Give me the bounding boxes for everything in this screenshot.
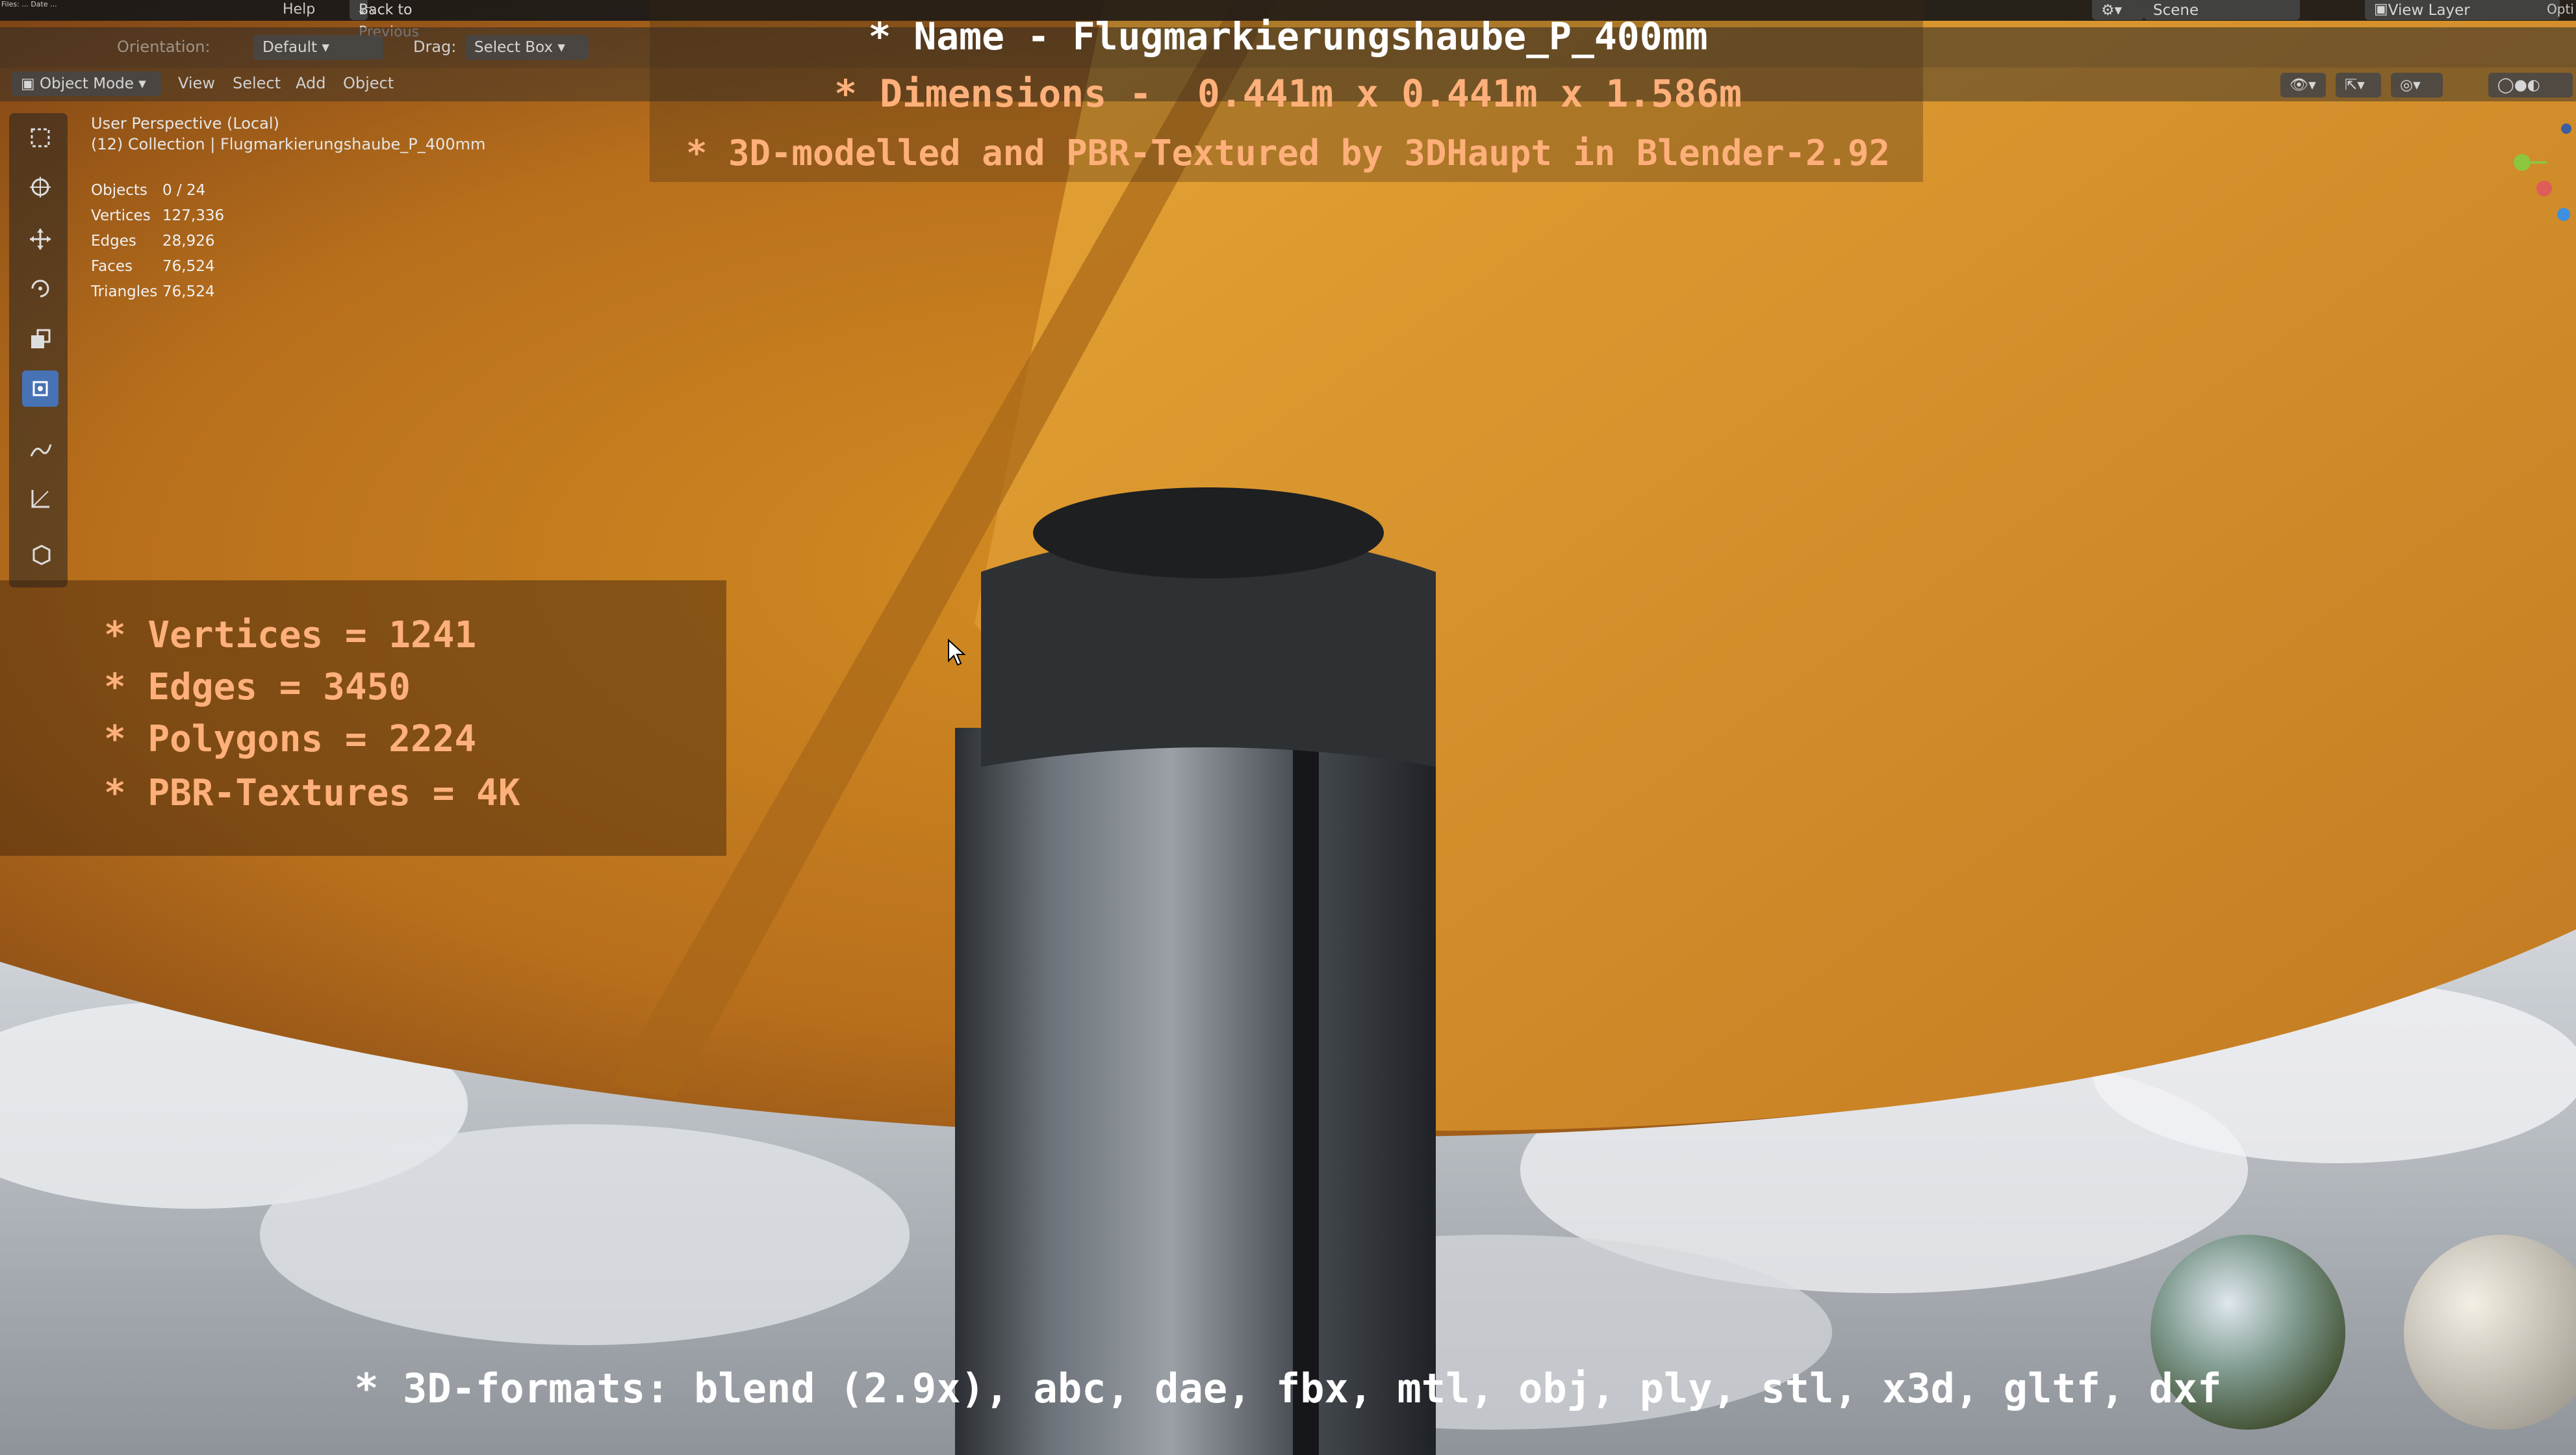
- overlay-formats-line: * 3D-formats: blend (2.9x), abc, dae, fb…: [354, 1365, 2222, 1412]
- cursor-icon[interactable]: [22, 169, 58, 205]
- stat-line-edges: * Edges = 3450: [104, 666, 411, 708]
- x-axis-icon: [2536, 181, 2552, 196]
- stat-line-textures: * PBR-Textures = 4K: [104, 772, 520, 814]
- mouse-cursor-icon: [948, 639, 966, 666]
- stat-edges: Edges 28,926: [91, 233, 215, 250]
- scale-icon[interactable]: [22, 321, 58, 357]
- overlay-name-line: * Name - Flugmarkierungshaube_P_400mm: [868, 14, 1708, 58]
- rotate-icon[interactable]: [22, 270, 58, 307]
- transform-icon[interactable]: [22, 370, 58, 407]
- y-axis-icon: [2514, 154, 2531, 171]
- move-icon[interactable]: [22, 221, 58, 257]
- add-cube-icon[interactable]: [22, 535, 58, 572]
- stat-triangles: Triangles 76,524: [91, 283, 215, 300]
- stat-objects: Objects 0 / 24: [91, 182, 206, 199]
- overlay-dimensions-line: * Dimensions - 0.441m x 0.441m x 1.586m: [834, 71, 1742, 116]
- z-neg-axis-icon: [2561, 123, 2571, 134]
- toolbar-column: [9, 113, 68, 587]
- overlay-modelled-line: * 3D-modelled and PBR-Textured by 3DHaup…: [685, 133, 1891, 174]
- stat-faces: Faces 76,524: [91, 258, 215, 275]
- stat-line-vertices: * Vertices = 1241: [104, 614, 477, 656]
- z-axis-icon: [2557, 208, 2570, 221]
- stat-line-polygons: * Polygons = 2224: [104, 718, 477, 760]
- navigation-gizmo[interactable]: [2508, 117, 2573, 221]
- annotate-icon[interactable]: [22, 431, 58, 468]
- measure-icon[interactable]: [22, 481, 58, 517]
- render-info-text: Files: ... Date ...: [1, 0, 57, 8]
- stat-vertices: Vertices 127,336: [91, 207, 225, 224]
- scene-statistics: Objects 0 / 24 Vertices 127,336 Edges 28,92…: [91, 182, 286, 309]
